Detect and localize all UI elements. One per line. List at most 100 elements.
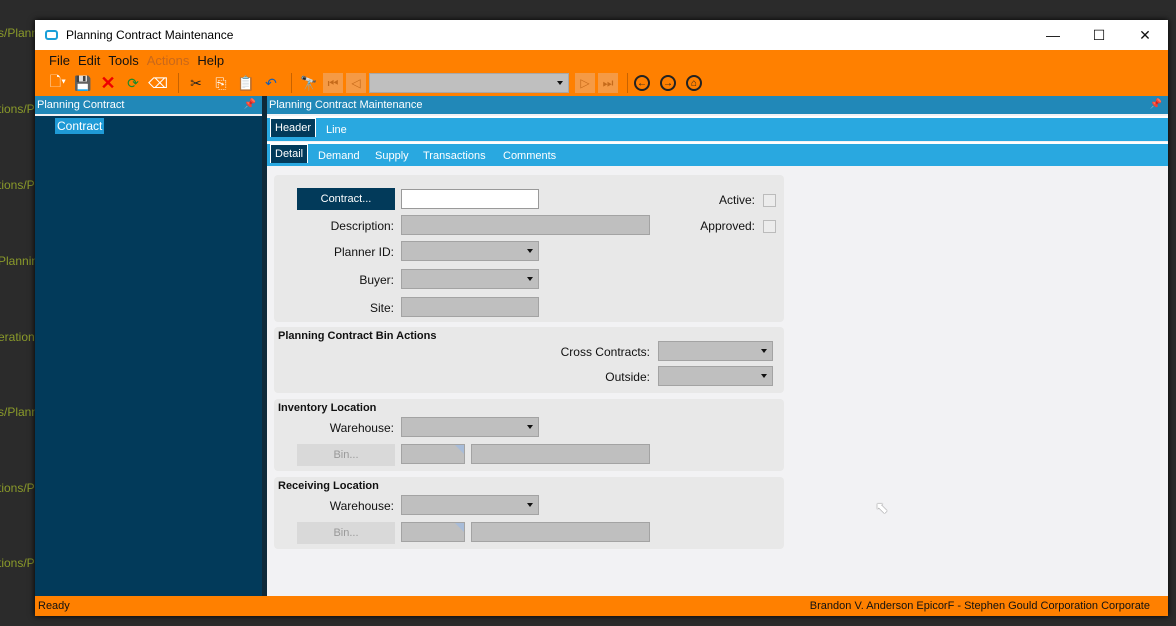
outside-label: Outside: bbox=[605, 370, 650, 384]
status-bar: Ready Brandon V. Anderson EpicorF - Step… bbox=[35, 596, 1168, 616]
record-select[interactable] bbox=[369, 73, 569, 93]
inventory-bin-description bbox=[471, 444, 650, 464]
contract-button[interactable]: Contract... bbox=[297, 188, 395, 210]
chevron-down-icon bbox=[527, 503, 533, 507]
pin-icon[interactable]: 📌 bbox=[244, 99, 256, 110]
chevron-down-icon bbox=[527, 249, 533, 253]
paste-icon[interactable]: 📋 bbox=[235, 73, 257, 93]
description-label: Description: bbox=[330, 219, 394, 233]
receiving-bin-field[interactable] bbox=[401, 522, 465, 542]
pin-icon[interactable]: 📌 bbox=[1150, 99, 1162, 110]
background-text: tions/Pl bbox=[0, 102, 38, 116]
tab-line[interactable]: Line bbox=[326, 124, 347, 136]
tab-detail[interactable]: Detail bbox=[270, 144, 309, 163]
tab-supply[interactable]: Supply bbox=[375, 150, 409, 162]
toolbar-separator bbox=[178, 73, 179, 93]
right-panel-header: Planning Contract Maintenance 📌 bbox=[267, 96, 1168, 114]
tree-panel: Contract bbox=[35, 116, 262, 596]
tree-item-contract[interactable]: Contract bbox=[55, 118, 105, 134]
close-button[interactable]: ✕ bbox=[1122, 20, 1168, 50]
outside-select[interactable] bbox=[658, 366, 773, 386]
save-icon[interactable]: 💾 bbox=[72, 73, 94, 93]
copy-icon[interactable]: ⎘ bbox=[210, 73, 232, 93]
background-text: tions/P bbox=[0, 556, 35, 570]
tab-transactions[interactable]: Transactions bbox=[423, 150, 486, 162]
receiving-location-title: Receiving Location bbox=[278, 480, 379, 492]
corner-marker bbox=[455, 445, 464, 454]
cross-contracts-select[interactable] bbox=[658, 341, 773, 361]
right-panel-title: Planning Contract Maintenance bbox=[269, 99, 423, 111]
inventory-bin-field[interactable] bbox=[401, 444, 465, 464]
tab-header[interactable]: Header bbox=[270, 118, 317, 137]
inventory-location-group: Inventory Location Warehouse: Bin... bbox=[274, 399, 784, 471]
eraser-icon[interactable]: ⌫ bbox=[147, 73, 169, 93]
chevron-down-icon bbox=[761, 349, 767, 353]
toolbar: 🗋▾ 💾 ✕ ⟳ ⌫ ✂ ⎘ 📋 ↶ 🔭 ⏮ ◁ ▷ ⏭ ← → ⌂ bbox=[35, 70, 1168, 96]
tab-demand[interactable]: Demand bbox=[318, 150, 360, 162]
inventory-warehouse-select[interactable] bbox=[401, 417, 539, 437]
last-record-icon[interactable]: ⏭ bbox=[598, 73, 618, 93]
site-field bbox=[401, 297, 539, 317]
cut-icon[interactable]: ✂ bbox=[185, 73, 207, 93]
toolbar-separator bbox=[291, 73, 292, 93]
session-info: Brandon V. Anderson EpicorF - Stephen Go… bbox=[809, 600, 1150, 612]
receiving-location-group: Receiving Location Warehouse: Bin... bbox=[274, 477, 784, 549]
buyer-select[interactable] bbox=[401, 269, 539, 289]
minimize-button[interactable]: — bbox=[1030, 20, 1076, 50]
buyer-label: Buyer: bbox=[359, 273, 394, 287]
menu-tools[interactable]: Tools bbox=[108, 53, 138, 68]
description-field bbox=[401, 215, 650, 235]
splitter[interactable] bbox=[262, 96, 267, 596]
inventory-bin-button[interactable]: Bin... bbox=[297, 444, 395, 466]
active-checkbox[interactable] bbox=[763, 194, 776, 207]
forward-icon[interactable]: → bbox=[660, 75, 676, 91]
status-text: Ready bbox=[38, 600, 70, 612]
menu-actions[interactable]: Actions bbox=[147, 53, 190, 68]
active-label: Active: bbox=[718, 193, 755, 207]
cross-contracts-label: Cross Contracts: bbox=[560, 345, 650, 359]
back-icon[interactable]: ← bbox=[634, 75, 650, 91]
contract-input[interactable] bbox=[401, 189, 539, 209]
first-record-icon[interactable]: ⏮ bbox=[323, 73, 343, 93]
undo-icon[interactable]: ↶ bbox=[260, 73, 282, 93]
search-icon[interactable]: 🔭 bbox=[298, 73, 320, 93]
previous-record-icon[interactable]: ◁ bbox=[346, 73, 366, 93]
home-icon[interactable]: ⌂ bbox=[686, 75, 702, 91]
approved-checkbox[interactable] bbox=[763, 220, 776, 233]
next-record-icon[interactable]: ▷ bbox=[575, 73, 595, 93]
chevron-down-icon bbox=[527, 425, 533, 429]
bin-actions-group: Planning Contract Bin Actions Cross Cont… bbox=[274, 327, 784, 393]
receiving-warehouse-select[interactable] bbox=[401, 495, 539, 515]
app-icon bbox=[45, 30, 58, 40]
tab-comments[interactable]: Comments bbox=[503, 150, 556, 162]
delete-icon[interactable]: ✕ bbox=[97, 73, 119, 93]
maximize-button[interactable]: ☐ bbox=[1076, 20, 1122, 50]
site-label: Site: bbox=[369, 301, 394, 315]
app-window: Planning Contract Maintenance — ☐ ✕ File… bbox=[35, 20, 1168, 616]
left-panel-title: Planning Contract bbox=[37, 99, 125, 111]
bin-actions-title: Planning Contract Bin Actions bbox=[278, 330, 437, 342]
planner-select[interactable] bbox=[401, 241, 539, 261]
sub-tabs: Detail Demand Supply Transactions Commen… bbox=[267, 142, 1168, 166]
main-tabs: Header Line bbox=[267, 116, 1168, 141]
chevron-down-icon bbox=[557, 81, 563, 85]
mouse-cursor-icon: ⬉ bbox=[875, 500, 889, 517]
planner-label: Planner ID: bbox=[333, 245, 394, 259]
receiving-warehouse-label: Warehouse: bbox=[329, 499, 394, 513]
menu-edit[interactable]: Edit bbox=[78, 53, 100, 68]
refresh-icon[interactable]: ⟳ bbox=[122, 73, 144, 93]
background-text: s/Plann bbox=[0, 26, 39, 40]
background-text: Plannin bbox=[0, 254, 39, 268]
background-text: tions/P bbox=[0, 178, 35, 192]
chevron-down-icon bbox=[527, 277, 533, 281]
new-icon[interactable]: 🗋▾ bbox=[47, 73, 69, 93]
background-text: s/Plann bbox=[0, 405, 39, 419]
menu-help[interactable]: Help bbox=[197, 53, 224, 68]
chevron-down-icon bbox=[761, 374, 767, 378]
background-text: tions/Pl bbox=[0, 481, 38, 495]
receiving-bin-button[interactable]: Bin... bbox=[297, 522, 395, 544]
receiving-bin-description bbox=[471, 522, 650, 542]
inventory-location-title: Inventory Location bbox=[278, 402, 377, 414]
menu-file[interactable]: File bbox=[49, 53, 70, 68]
inventory-warehouse-label: Warehouse: bbox=[329, 421, 394, 435]
